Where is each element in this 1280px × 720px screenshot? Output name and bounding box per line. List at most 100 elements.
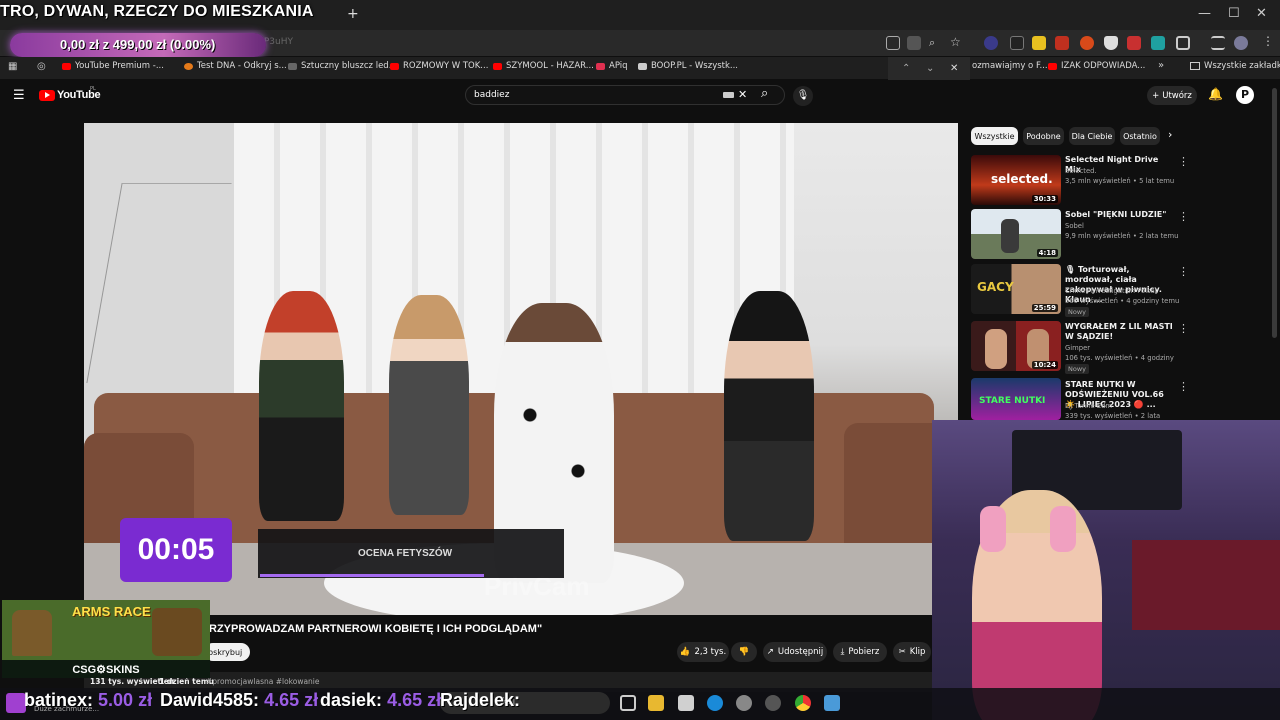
- profile-avatar[interactable]: [1234, 36, 1248, 50]
- bookmark-label: Test DNA - Odkryj s...: [197, 61, 287, 71]
- adblock-icon[interactable]: [1055, 36, 1069, 50]
- new-badge: Nowy: [1065, 307, 1090, 317]
- more-icon[interactable]: ⋮: [1178, 210, 1189, 223]
- thumbnail-text: selected.: [991, 172, 1053, 186]
- hamburger-menu-icon[interactable]: ☰: [13, 88, 25, 103]
- extension-icon[interactable]: [984, 36, 998, 50]
- chrome-icon[interactable]: [795, 695, 811, 711]
- search-input[interactable]: baddiez: [474, 90, 509, 100]
- chip-recent[interactable]: Ostatnio: [1120, 127, 1160, 145]
- chip-for-you[interactable]: Dla Ciebie: [1069, 127, 1115, 145]
- building-art: [152, 608, 202, 656]
- chip-all[interactable]: Wszystkie: [971, 127, 1018, 145]
- all-bookmarks-folder[interactable]: Wszystkie zakładki: [1190, 61, 1280, 71]
- subscribe-button[interactable]: bskrybuj: [204, 643, 250, 661]
- folder-icon[interactable]: [648, 695, 664, 711]
- star-icon[interactable]: ☆: [950, 35, 961, 49]
- shield-icon[interactable]: [1104, 36, 1118, 50]
- extension-icon[interactable]: [1127, 36, 1141, 50]
- close-window-button[interactable]: ✕: [1256, 6, 1267, 21]
- video-thumbnail[interactable]: STARE NUTKI: [971, 378, 1061, 420]
- more-bookmarks-icon[interactable]: »: [1158, 60, 1164, 71]
- chevron-down-icon[interactable]: ⌄: [926, 63, 934, 74]
- segment-label: OCENA FETYSZÓW: [358, 548, 453, 559]
- dislike-button[interactable]: 👎: [731, 642, 757, 662]
- donor-name: dasiek:: [320, 690, 383, 710]
- bookmark-label: IZAK ODPOWIADA...: [1061, 61, 1146, 71]
- bookmark-item[interactable]: APiq: [596, 61, 628, 71]
- task-view-icon[interactable]: [620, 695, 636, 711]
- menu-icon[interactable]: ⋮: [1262, 34, 1274, 48]
- chevron-up-icon[interactable]: ⌃: [902, 63, 910, 74]
- person-4: [724, 291, 814, 541]
- plus-icon: +: [1152, 90, 1160, 101]
- microphone-icon[interactable]: 🎙: [793, 86, 813, 106]
- account-avatar[interactable]: P: [1236, 86, 1254, 104]
- rec-title[interactable]: Sobel "PIĘKNI LUDZIE": [1065, 210, 1173, 220]
- search-icon[interactable]: ⌕: [761, 86, 768, 101]
- rec-meta: 9,9 mln wyświetleń • 2 lata temu: [1065, 232, 1179, 240]
- headphones-icon: [980, 506, 1006, 552]
- bookmark-item[interactable]: BOOP.PL - Wszystk...: [638, 61, 738, 71]
- video-thumbnail[interactable]: GACY 25:59: [971, 264, 1061, 314]
- hashtags[interactable]: #promocjawlasna #lokowanie: [206, 677, 320, 686]
- clear-search-icon[interactable]: ✕: [738, 88, 747, 101]
- more-icon[interactable]: ⋮: [1178, 265, 1189, 278]
- more-icon[interactable]: ⋮: [1178, 322, 1189, 335]
- bell-icon[interactable]: 🔔: [1208, 87, 1223, 101]
- video-thumbnail[interactable]: selected. 30:33: [971, 155, 1061, 205]
- new-tab-button[interactable]: +: [347, 6, 359, 22]
- like-button[interactable]: 👍 2,3 tys.: [677, 642, 729, 662]
- video-thumbnail[interactable]: 10:24: [971, 321, 1061, 371]
- extension-icon[interactable]: [1080, 36, 1094, 50]
- bookmark-label: APiq: [609, 61, 628, 71]
- rec-channel[interactable]: Gimper: [1065, 343, 1180, 353]
- bookmark-item[interactable]: SZYMOOL - HAZAR...: [493, 61, 594, 71]
- rec-title[interactable]: WYGRAŁEM Z LIL MASTI W SĄDZIE!: [1065, 322, 1173, 342]
- rec-channel[interactable]: DJ Tunne Edm: [1065, 401, 1180, 411]
- share-button[interactable]: ↗ Udostępnij: [763, 642, 827, 662]
- tab-title[interactable]: TRO, DYWAN, RZECZY DO MIESZKANIA: [0, 3, 314, 21]
- create-button[interactable]: + Utwórz: [1147, 86, 1197, 105]
- chevron-right-icon[interactable]: ›: [1168, 128, 1172, 141]
- bookmark-item[interactable]: ROZMOWY W TOK...: [390, 61, 488, 71]
- extension-icon[interactable]: [1010, 36, 1024, 50]
- globe-icon[interactable]: ◎: [37, 61, 46, 72]
- store-icon[interactable]: [678, 695, 694, 711]
- settings-icon[interactable]: [736, 695, 752, 711]
- extension-icon[interactable]: [1032, 36, 1046, 50]
- bookmark-label: BOOP.PL - Wszystk...: [651, 61, 739, 71]
- extension-icon[interactable]: [1151, 36, 1165, 50]
- edge-icon[interactable]: [707, 695, 723, 711]
- segment-progress: [260, 574, 484, 577]
- bookmark-item[interactable]: ozmawiajmy o F...: [972, 61, 1048, 71]
- bookmark-item[interactable]: YouTube Premium -...: [62, 61, 164, 71]
- clip-button[interactable]: ✂ Klip: [893, 642, 931, 662]
- close-icon[interactable]: ✕: [950, 63, 958, 74]
- install-icon[interactable]: [907, 36, 921, 50]
- bookmark-item[interactable]: Sztuczny bluszcz led...: [288, 61, 397, 71]
- cast-icon[interactable]: [886, 36, 900, 50]
- more-icon[interactable]: ⋮: [1178, 380, 1189, 393]
- chip-related[interactable]: Podobne: [1023, 127, 1064, 145]
- maximize-button[interactable]: ☐: [1228, 6, 1240, 21]
- scrollbar[interactable]: [1272, 88, 1277, 338]
- app-icon[interactable]: [765, 695, 781, 711]
- rec-channel[interactable]: Sobel: [1065, 221, 1180, 231]
- search-box[interactable]: [465, 85, 785, 105]
- video-thumbnail[interactable]: 4:18: [971, 209, 1061, 259]
- apps-icon[interactable]: ▦: [8, 61, 17, 72]
- minimize-button[interactable]: —: [1198, 6, 1211, 21]
- keyboard-icon[interactable]: [723, 92, 734, 98]
- rec-channel[interactable]: Crime+Investigation Polsat: [1065, 286, 1180, 296]
- more-icon[interactable]: ⋮: [1178, 155, 1189, 168]
- bookmark-item[interactable]: IZAK ODPOWIADA...: [1048, 61, 1145, 71]
- zoom-icon[interactable]: ⌕: [929, 36, 935, 50]
- puzzle-icon[interactable]: [1176, 36, 1190, 50]
- download-button[interactable]: ⤓ Pobierz: [833, 642, 887, 662]
- rec-channel[interactable]: Selected.: [1065, 166, 1180, 176]
- bookmark-item[interactable]: Test DNA - Odkryj s...: [184, 61, 287, 71]
- rec-meta: 3,5 mln wyświetleń • 5 lat temu: [1065, 177, 1175, 185]
- notepad-icon[interactable]: [824, 695, 840, 711]
- playlist-icon[interactable]: [1211, 36, 1225, 50]
